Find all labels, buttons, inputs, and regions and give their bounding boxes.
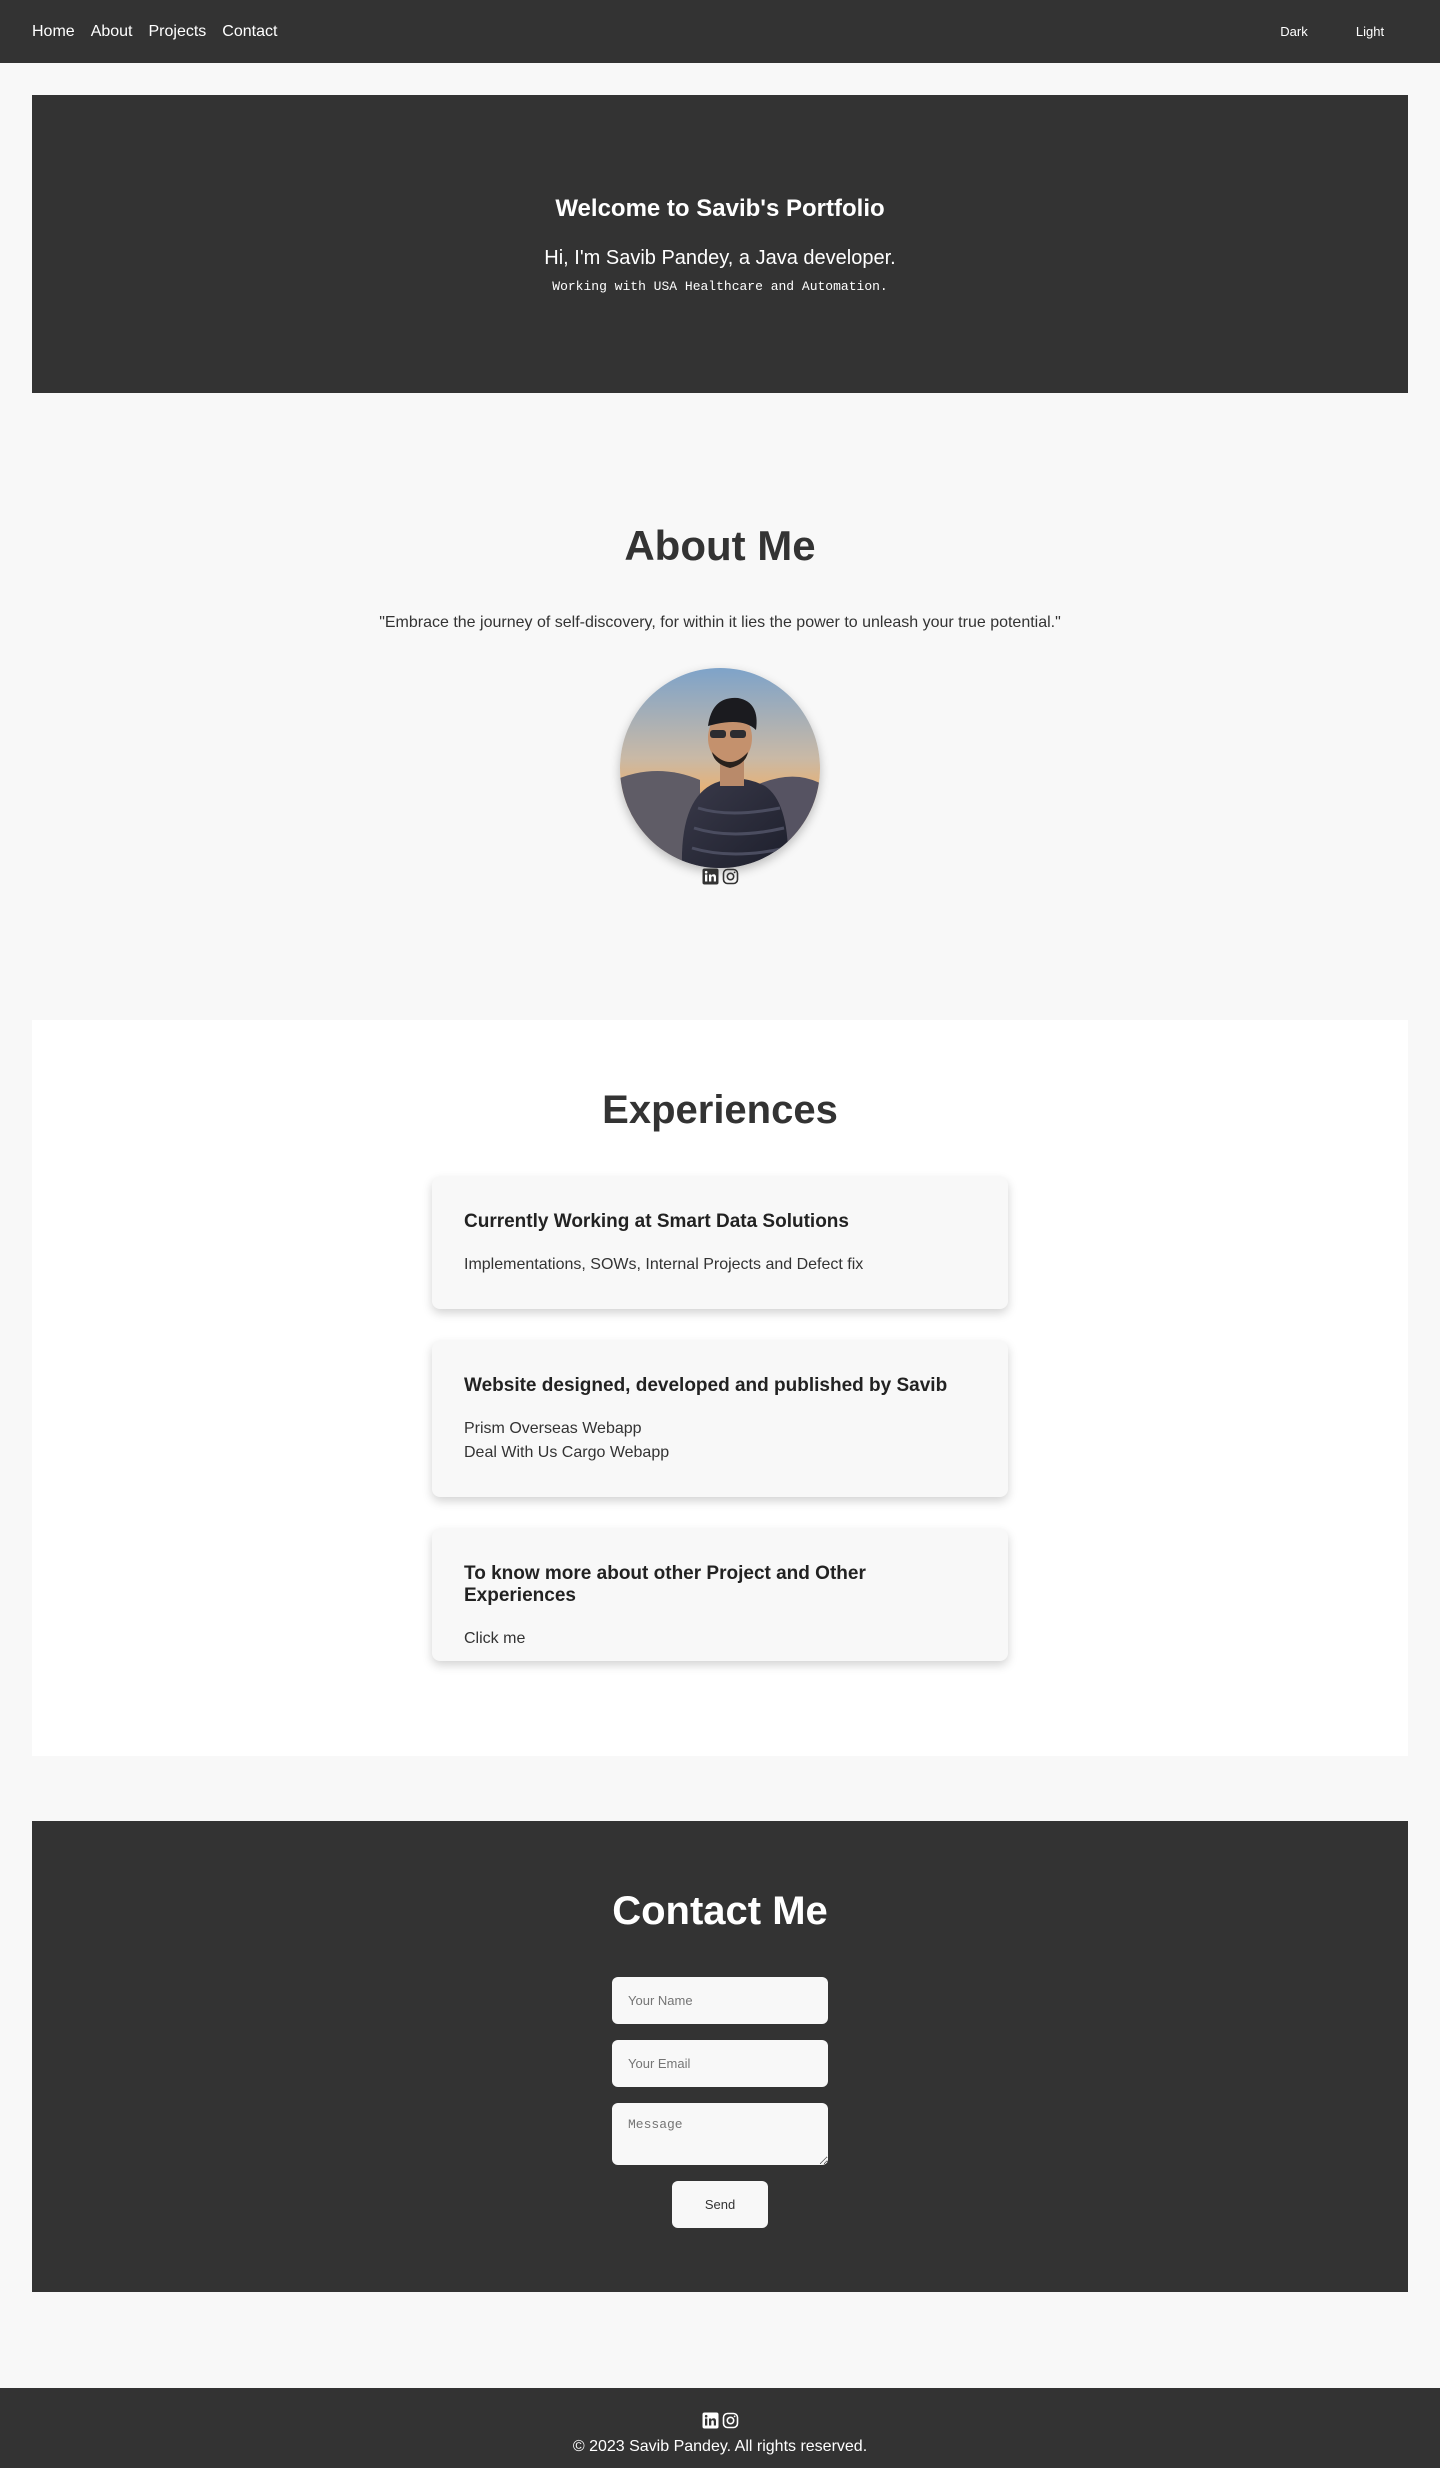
theme-toggle-group: Dark Light (1256, 16, 1408, 48)
send-button[interactable]: Send (672, 2181, 768, 2228)
nav-link-about[interactable]: About (91, 23, 133, 41)
nav-link-projects[interactable]: Projects (149, 23, 207, 41)
instagram-icon[interactable] (722, 2412, 739, 2429)
nav-link-home[interactable]: Home (32, 23, 75, 41)
experience-card-line: Implementations, SOWs, Internal Projects… (464, 1256, 864, 1273)
about-social-links (700, 868, 740, 885)
linkedin-icon[interactable] (702, 2412, 719, 2429)
profile-photo (620, 668, 820, 868)
nav-link-contact[interactable]: Contact (222, 23, 277, 41)
experience-card-line[interactable]: Prism Overseas Webapp (464, 1417, 976, 1441)
nav-links: Home About Projects Contact (32, 23, 277, 41)
experiences-section: Experiences Currently Working at Smart D… (32, 1020, 1408, 1756)
light-theme-button[interactable]: Light (1332, 16, 1408, 48)
profile-photo-illustration (620, 668, 820, 868)
experience-card: Website designed, developed and publishe… (432, 1341, 1008, 1497)
linkedin-icon[interactable] (702, 868, 719, 885)
email-input[interactable] (612, 2040, 828, 2087)
hero-subtitle: Hi, I'm Savib Pandey, a Java developer. (544, 247, 896, 269)
footer-social-links (700, 2412, 740, 2429)
experience-card-heading: To know more about other Project and Oth… (464, 1563, 866, 1606)
name-input[interactable] (612, 1977, 828, 2024)
hero-title: Welcome to Savib's Portfolio (555, 195, 885, 222)
message-textarea[interactable] (612, 2103, 828, 2165)
contact-title: Contact Me (612, 1889, 828, 1933)
experience-card-heading: Currently Working at Smart Data Solution… (464, 1211, 849, 1232)
dark-theme-button[interactable]: Dark (1256, 16, 1332, 48)
experience-card: Currently Working at Smart Data Solution… (432, 1177, 1008, 1309)
click-me-link[interactable]: Click me (464, 1627, 976, 1651)
copyright-text: © 2023 Savib Pandey. All rights reserved… (572, 2438, 868, 2455)
contact-section: Contact Me Send (32, 1821, 1408, 2292)
hero-section: Welcome to Savib's Portfolio Hi, I'm Sav… (32, 95, 1408, 393)
instagram-icon[interactable] (722, 868, 739, 885)
hero-tagline: Working with USA Healthcare and Automati… (552, 279, 888, 294)
experiences-title: Experiences (602, 1088, 838, 1132)
about-quote: "Embrace the journey of self-discovery, … (379, 614, 1061, 631)
navbar: Home About Projects Contact Dark Light (0, 0, 1440, 63)
experience-card: To know more about other Project and Oth… (432, 1529, 1008, 1661)
experience-card-line[interactable]: Deal With Us Cargo Webapp (464, 1441, 976, 1465)
about-title: About Me (624, 522, 816, 569)
experience-card-heading: Website designed, developed and publishe… (464, 1375, 948, 1396)
footer: © 2023 Savib Pandey. All rights reserved… (0, 2388, 1440, 2468)
